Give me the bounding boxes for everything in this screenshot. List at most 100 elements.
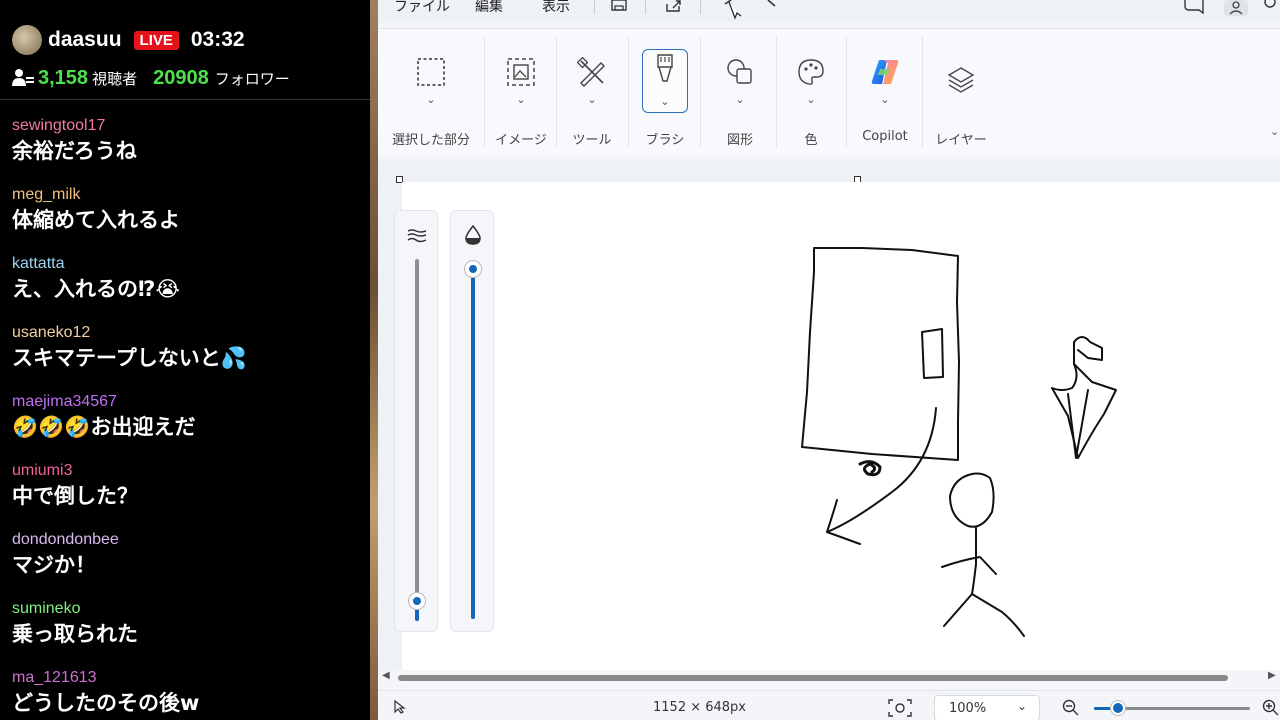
size-slider-thumb[interactable] bbox=[409, 593, 425, 609]
door-outline bbox=[801, 247, 960, 461]
palette-icon bbox=[798, 59, 824, 85]
stroke-size-icon bbox=[407, 229, 427, 243]
brush-size-panel bbox=[394, 210, 438, 632]
selection-group[interactable]: ⌄ 選択した部分 bbox=[386, 29, 476, 153]
color-group[interactable]: ⌄ 色 bbox=[776, 29, 846, 153]
zoom-slider-thumb[interactable] bbox=[1111, 701, 1125, 715]
scroll-right-icon[interactable]: ▶ bbox=[1268, 670, 1276, 681]
feedback-icon[interactable] bbox=[1183, 0, 1205, 14]
copilot-icon bbox=[871, 60, 899, 84]
ribbon-separator bbox=[922, 37, 923, 147]
screen: daasuu LIVE 03:32 3,158 視聴者 20908 フォロワー … bbox=[0, 0, 1280, 720]
shapes-label: 図形 bbox=[726, 133, 753, 148]
ribbon-toolbar: ⌄ 選択した部分 ⌄ イメージ ⌄ ツール ⌄ ブラシ ⌄ 図形 ⌄ 色 ⌄ C… bbox=[378, 28, 1280, 156]
shapes-icon bbox=[727, 59, 752, 84]
chat-username[interactable]: ma_121613 bbox=[12, 668, 362, 688]
chevron-down-icon[interactable]: ⌄ bbox=[426, 93, 435, 106]
shapes-group[interactable]: ⌄ 図形 bbox=[702, 29, 778, 153]
chat-username[interactable]: sumineko bbox=[12, 599, 362, 619]
stream-chat-panel: daasuu LIVE 03:32 3,158 視聴者 20908 フォロワー … bbox=[0, 0, 370, 720]
save-icon[interactable] bbox=[611, 0, 627, 12]
chat-text: 余裕だろうね bbox=[12, 139, 137, 163]
canvas-area bbox=[378, 160, 1280, 670]
scrollbar-thumb[interactable] bbox=[398, 675, 1228, 681]
fit-to-window-icon[interactable] bbox=[888, 699, 912, 717]
chat-username[interactable]: maejima34567 bbox=[12, 392, 362, 412]
tools-icon bbox=[577, 57, 605, 87]
menu-view[interactable]: 表示 bbox=[542, 0, 570, 16]
door-handle bbox=[921, 328, 944, 379]
canvas-dimensions: 1152 × 648px bbox=[653, 700, 746, 715]
brush-group[interactable]: ⌄ ブラシ bbox=[630, 29, 700, 153]
menu-file[interactable]: ファイル bbox=[394, 0, 450, 16]
menu-separator bbox=[594, 0, 595, 14]
tools-group[interactable]: ⌄ ツール bbox=[556, 29, 628, 153]
chat-username[interactable]: usaneko12 bbox=[12, 323, 362, 343]
chevron-down-icon[interactable]: ⌄ bbox=[587, 93, 596, 106]
undo-icon[interactable] bbox=[723, 0, 743, 22]
streamer-name[interactable]: daasuu bbox=[48, 28, 122, 52]
drawing bbox=[801, 247, 1117, 637]
scribble bbox=[858, 460, 882, 477]
horizontal-scrollbar[interactable]: ◀ ▶ bbox=[378, 670, 1280, 686]
menu-separator bbox=[645, 0, 646, 14]
menu-separator bbox=[700, 0, 701, 14]
chat-message: sewingtool17 余裕だろうね bbox=[12, 116, 362, 166]
stream-header: daasuu LIVE 03:32 3,158 視聴者 20908 フォロワー bbox=[0, 0, 370, 100]
chat-text: 🤣🤣🤣お出迎えだ bbox=[12, 415, 196, 439]
layers-group[interactable]: レイヤー bbox=[924, 29, 998, 153]
size-slider-track[interactable] bbox=[415, 259, 419, 621]
background-strip bbox=[370, 0, 378, 720]
ribbon-separator bbox=[700, 37, 701, 147]
chat-username[interactable]: dondondonbee bbox=[12, 530, 362, 550]
menu-bar: ファイル 編集 表示 bbox=[378, 0, 1280, 22]
chat-message: usaneko12 スキマテープしないと💦 bbox=[12, 323, 362, 373]
copilot-label: Copilot bbox=[862, 129, 908, 144]
copilot-group[interactable]: ⌄ Copilot bbox=[848, 29, 922, 153]
opacity-slider-thumb[interactable] bbox=[465, 261, 481, 277]
share-icon[interactable] bbox=[665, 0, 683, 12]
redo-icon[interactable] bbox=[766, 0, 782, 12]
tools-label: ツール bbox=[572, 133, 612, 148]
chat-message: sumineko 乗っ取られた bbox=[12, 599, 362, 649]
chat-message: meg_milk 体縮めて入れるよ bbox=[12, 185, 362, 235]
chat-message: maejima34567 🤣🤣🤣お出迎えだ bbox=[12, 392, 362, 442]
chevron-down-icon[interactable]: ⌄ bbox=[806, 93, 815, 106]
curve-line bbox=[826, 407, 937, 545]
menu-edit[interactable]: 編集 bbox=[475, 0, 503, 16]
chat-text: マジか！ bbox=[12, 553, 96, 577]
account-icon[interactable] bbox=[1224, 0, 1248, 16]
chevron-down-icon[interactable]: ⌄ bbox=[516, 93, 525, 106]
chat-message: umiumi3 中で倒した？ bbox=[12, 461, 362, 511]
layers-icon bbox=[947, 67, 975, 93]
ribbon-expand-icon[interactable]: ⌄ bbox=[1270, 125, 1279, 138]
zoom-in-icon[interactable] bbox=[1262, 699, 1280, 717]
status-bar: 1152 × 648px 100% ⌄ bbox=[378, 690, 1280, 720]
chevron-down-icon[interactable]: ⌄ bbox=[880, 93, 889, 106]
person-head bbox=[949, 472, 995, 528]
chevron-down-icon[interactable]: ⌄ bbox=[735, 93, 744, 106]
image-group[interactable]: ⌄ イメージ bbox=[486, 29, 556, 153]
chat-message: dondondonbee マジか！ bbox=[12, 530, 362, 580]
drawing-canvas[interactable] bbox=[402, 182, 1280, 670]
chat-message: ma_121613 どうしたのその後w bbox=[12, 668, 362, 718]
opacity-panel bbox=[450, 210, 494, 632]
chat-username[interactable]: umiumi3 bbox=[12, 461, 362, 481]
paint-window: ファイル 編集 表示 ⌄ 選択した部分 ⌄ イメージ ⌄ ツール ⌄ ブラシ ⌄… bbox=[378, 0, 1280, 720]
zoom-out-icon[interactable] bbox=[1062, 699, 1080, 717]
chat-message: kattatta え、入れるの⁉😭 bbox=[12, 254, 362, 304]
image-icon bbox=[507, 58, 535, 86]
avatar[interactable] bbox=[12, 25, 42, 55]
chat-username[interactable]: sewingtool17 bbox=[12, 116, 362, 136]
viewer-label: 視聴者 bbox=[92, 69, 138, 88]
selection-rect-icon bbox=[417, 58, 445, 86]
opacity-slider-fill[interactable] bbox=[471, 269, 475, 619]
chevron-down-icon[interactable]: ⌄ bbox=[660, 95, 669, 108]
scroll-left-icon[interactable]: ◀ bbox=[382, 670, 390, 681]
pointer-icon bbox=[394, 700, 406, 714]
stream-uptime: 03:32 bbox=[190, 28, 245, 51]
settings-icon[interactable] bbox=[1262, 0, 1278, 12]
chat-username[interactable]: meg_milk bbox=[12, 185, 362, 205]
zoom-select[interactable]: 100% ⌄ bbox=[934, 695, 1040, 720]
chat-username[interactable]: kattatta bbox=[12, 254, 362, 274]
